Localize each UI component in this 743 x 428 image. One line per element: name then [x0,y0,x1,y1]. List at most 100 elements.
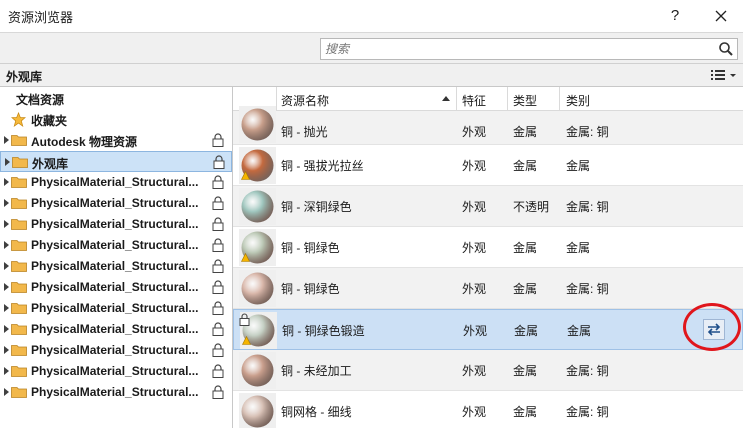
asset-category: 金属 [566,159,591,173]
close-button[interactable] [706,4,736,28]
expand-arrow-icon[interactable] [4,199,9,207]
tree-item[interactable]: PhysicalMaterial_Structural... [0,256,232,277]
tree-item-label: Autodesk 物理资源 [31,135,138,149]
lock-icon [212,238,224,252]
folder-icon [11,366,27,377]
tree-label: 收藏夹 [31,114,68,128]
title-bar: 资源浏览器 ? [0,0,743,32]
column-category-header[interactable]: 类别 [566,92,590,109]
lock-icon [212,196,224,210]
help-button[interactable]: ? [660,4,690,28]
tree-item[interactable]: PhysicalMaterial_Structural... [0,172,232,193]
lock-icon [212,217,224,231]
expand-arrow-icon[interactable] [4,136,9,144]
search-bar [0,32,743,63]
library-title: 外观库 [6,70,43,84]
tree-item[interactable]: PhysicalMaterial_Structural... [0,361,232,382]
folder-icon [11,261,27,272]
library-bar: 外观库 [0,63,743,87]
table-row[interactable]: 铜 - 铜绿色锻造 外观 金属 金属 [233,309,743,350]
table-row[interactable]: 铜网格 - 细线 外观 金属 金属: 铜 [233,391,743,428]
column-divider [507,87,508,111]
folder-icon [11,177,27,188]
expand-arrow-icon[interactable] [4,346,9,354]
asset-type: 不透明 [513,200,550,214]
tree-item[interactable]: PhysicalMaterial_Structural... [0,277,232,298]
tree-item-label: PhysicalMaterial_Structural... [31,259,199,273]
asset-type: 金属 [513,405,538,419]
tree-item[interactable]: Autodesk 物理资源 [0,130,232,151]
tree-item-label: PhysicalMaterial_Structural... [31,196,199,210]
asset-feature: 外观 [462,282,487,296]
view-options-button[interactable] [708,67,740,84]
search-icon[interactable] [718,41,734,57]
asset-feature: 外观 [462,159,487,173]
expand-arrow-icon[interactable] [4,262,9,270]
asset-category: 金属: 铜 [566,405,609,419]
table-row[interactable]: 铜 - 铜绿色 外观 金属 金属 [233,227,743,268]
expand-arrow-icon[interactable] [5,158,10,166]
search-box[interactable] [320,38,738,60]
table-row[interactable]: 铜 - 铜绿色 外观 金属 金属: 铜 [233,268,743,309]
column-name-header[interactable]: 资源名称 [281,92,329,109]
tree-item[interactable]: PhysicalMaterial_Structural... [0,298,232,319]
asset-category: 金属 [567,324,592,338]
expand-arrow-icon[interactable] [4,367,9,375]
asset-category: 金属: 铜 [566,125,609,139]
folder-icon [11,387,27,398]
tree-item[interactable]: PhysicalMaterial_Structural... [0,340,232,361]
folder-icon [12,157,28,168]
table-row[interactable]: 铜 - 深铜绿色 外观 不透明 金属: 铜 [233,186,743,227]
asset-name: 铜 - 抛光 [281,125,328,139]
column-header: 资源名称 特征 类型 类别 [233,87,743,111]
table-row[interactable]: 铜 - 未经加工 外观 金属 金属: 铜 [233,350,743,391]
asset-feature: 外观 [462,364,487,378]
tree-item-label: PhysicalMaterial_Structural... [31,175,199,189]
table-row[interactable]: 铜 - 抛光 外观 金属 金属: 铜 [233,106,743,145]
asset-feature: 外观 [463,324,488,338]
lock-icon [213,155,225,169]
asset-feature: 外观 [462,241,487,255]
asset-feature: 外观 [462,125,487,139]
expand-arrow-icon[interactable] [4,220,9,228]
asset-category: 金属: 铜 [566,282,609,296]
expand-arrow-icon[interactable] [4,388,9,396]
expand-arrow-icon[interactable] [4,325,9,333]
asset-name: 铜 - 铜绿色 [281,282,340,296]
table-row[interactable]: 铜 - 强拔光拉丝 外观 金属 金属 [233,145,743,186]
folder-icon [11,303,27,314]
lock-icon [212,322,224,336]
tree-item[interactable]: PhysicalMaterial_Structural... [0,235,232,256]
asset-category: 金属: 铜 [566,364,609,378]
library-tree: 文档资源 收藏夹 Autodesk 物理资源外观库 PhysicalMateria… [0,87,233,428]
tree-favorites[interactable]: 收藏夹 [0,109,232,130]
tree-item[interactable]: PhysicalMaterial_Structural... [0,382,232,403]
asset-type: 金属 [513,125,538,139]
tree-label: 文档资源 [16,93,65,107]
asset-type: 金属 [513,241,538,255]
warning-icon [241,253,250,262]
window-title: 资源浏览器 [8,10,74,25]
lock-icon [212,175,224,189]
tree-item-label: PhysicalMaterial_Structural... [31,301,199,315]
search-input[interactable] [325,41,715,57]
folder-icon [11,198,27,209]
expand-arrow-icon[interactable] [4,283,9,291]
tree-item-label: PhysicalMaterial_Structural... [31,238,199,252]
tree-item[interactable]: 外观库 [0,151,232,172]
asset-name: 铜 - 未经加工 [281,364,352,378]
material-thumbnail [239,270,276,307]
material-thumbnail [239,106,276,143]
column-type-header[interactable]: 类型 [513,92,537,109]
tree-item-label: PhysicalMaterial_Structural... [31,280,199,294]
tree-item[interactable]: PhysicalMaterial_Structural... [0,319,232,340]
tree-item[interactable]: PhysicalMaterial_Structural... [0,193,232,214]
expand-arrow-icon[interactable] [4,304,9,312]
expand-arrow-icon[interactable] [4,241,9,249]
tree-item-label: PhysicalMaterial_Structural... [31,217,199,231]
tree-doc-resources[interactable]: 文档资源 [0,88,232,109]
folder-icon [11,219,27,230]
expand-arrow-icon[interactable] [4,178,9,186]
column-feature-header[interactable]: 特征 [462,92,486,109]
tree-item[interactable]: PhysicalMaterial_Structural... [0,214,232,235]
